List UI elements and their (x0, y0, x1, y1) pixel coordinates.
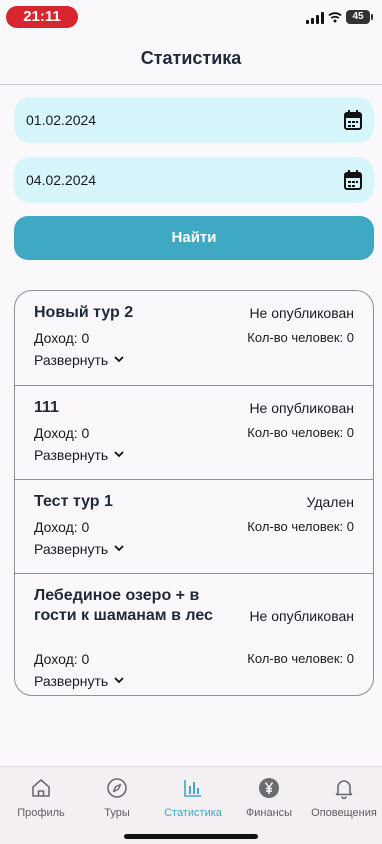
tour-income: Доход: 0 (34, 330, 90, 346)
tab-label: Финансы (245, 807, 293, 819)
tour-card: 111 Не опубликован Доход: 0 Кол-во челов… (15, 385, 373, 479)
tab-tours[interactable]: Туры (79, 777, 155, 819)
tour-card: Лебединое озеро + в гости к шаманам в ле… (15, 573, 373, 695)
status-time: 21:11 (6, 6, 78, 28)
expand-label: Развернуть (34, 541, 109, 557)
tab-label: Профиль (17, 807, 65, 819)
tour-status: Не опубликован (249, 608, 354, 624)
date-to-field[interactable]: 04.02.2024 (14, 157, 374, 203)
date-from-field[interactable]: 01.02.2024 (14, 97, 374, 143)
tour-stats-list: Новый тур 2 Не опубликован Доход: 0 Кол-… (14, 290, 374, 696)
tab-label: Оповещения (311, 807, 377, 819)
tour-income: Доход: 0 (34, 425, 90, 441)
chevron-down-icon (114, 545, 124, 552)
status-bar: 21:11 45 (0, 0, 382, 36)
tab-label: Туры (104, 807, 130, 819)
tour-income: Доход: 0 (34, 519, 90, 535)
tour-title: Лебединое озеро + в гости к шаманам в ле… (34, 587, 213, 624)
tour-title: Тест тур 1 (34, 493, 113, 510)
yen-coin-icon (259, 778, 279, 798)
calendar-icon[interactable] (344, 170, 362, 190)
tour-card: Новый тур 2 Не опубликован Доход: 0 Кол-… (15, 291, 373, 385)
tour-card: Тест тур 1 Удален Доход: 0 Кол-во челове… (15, 479, 373, 573)
tour-people-count: Кол-во человек: 0 (247, 519, 354, 534)
header-divider (0, 84, 382, 85)
chevron-down-icon (114, 356, 124, 363)
tour-title: 111 (34, 399, 59, 416)
tab-profile[interactable]: Профиль (3, 777, 79, 819)
page-title: Статистика (140, 48, 242, 68)
bottom-tab-bar: Профиль Туры Статистика Финансы Оповещен… (0, 766, 382, 844)
tour-status: Не опубликован (249, 305, 354, 321)
tab-label: Статистика (164, 807, 222, 819)
tour-income: Доход: 0 (34, 651, 90, 667)
tour-status: Не опубликован (249, 400, 354, 416)
cellular-signal-icon (306, 12, 324, 24)
expand-label: Развернуть (34, 673, 109, 689)
chevron-down-icon (114, 677, 124, 684)
expand-button[interactable]: Развернуть (34, 541, 124, 557)
bell-icon (335, 780, 353, 799)
calendar-icon[interactable] (344, 110, 362, 130)
tour-status: Удален (306, 494, 354, 510)
tab-notifications[interactable]: Оповещения (306, 777, 382, 819)
expand-button[interactable]: Развернуть (34, 447, 124, 463)
tour-people-count: Кол-во человек: 0 (247, 425, 354, 440)
tour-people-count: Кол-во человек: 0 (247, 330, 354, 345)
home-indicator[interactable] (124, 834, 258, 839)
date-to-value: 04.02.2024 (26, 172, 97, 188)
expand-button[interactable]: Развернуть (34, 673, 124, 689)
date-from-value: 01.02.2024 (26, 112, 97, 128)
tab-statistics[interactable]: Статистика (155, 777, 231, 819)
battery-indicator: 45 (346, 10, 373, 24)
tab-finances[interactable]: Финансы (231, 777, 307, 819)
bar-chart-icon (184, 780, 201, 797)
chevron-down-icon (114, 451, 124, 458)
wifi-icon (328, 12, 342, 23)
compass-icon (107, 778, 127, 798)
expand-label: Развернуть (34, 447, 109, 463)
tour-people-count: Кол-во человек: 0 (247, 651, 354, 666)
tour-title: Новый тур 2 (34, 304, 134, 321)
home-icon (32, 779, 50, 797)
find-button[interactable]: Найти (14, 216, 374, 260)
expand-button[interactable]: Развернуть (34, 352, 124, 368)
expand-label: Развернуть (34, 352, 109, 368)
